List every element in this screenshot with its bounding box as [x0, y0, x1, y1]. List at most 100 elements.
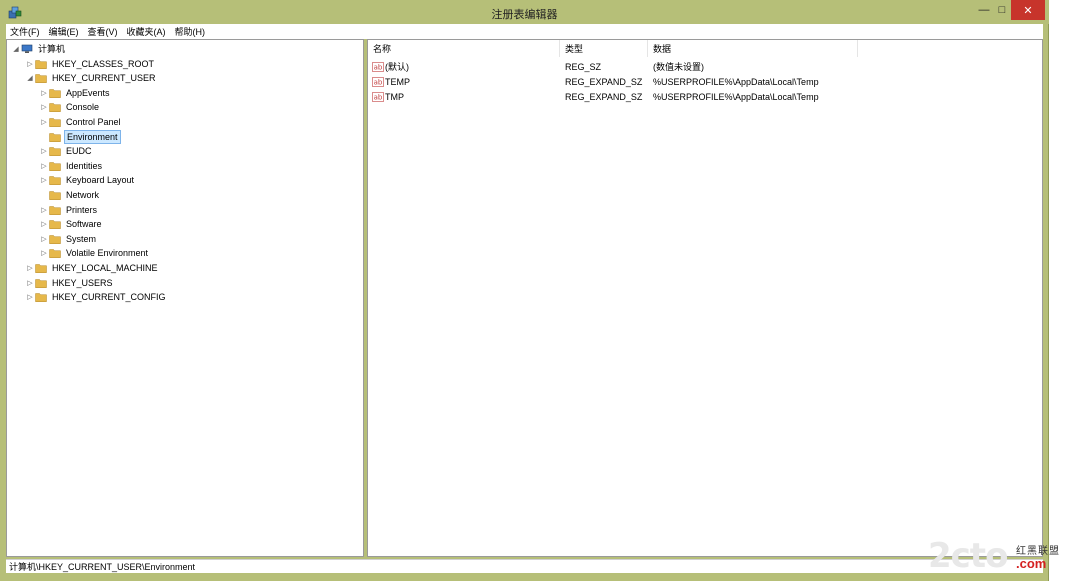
folder-icon	[49, 132, 61, 142]
expand-arrow-icon[interactable]: ▷	[39, 176, 49, 184]
tree-item[interactable]: ▷ Keyboard Layout	[39, 173, 136, 187]
folder-icon	[49, 176, 61, 186]
tree-item[interactable]: ◢ HKEY_CURRENT_USER	[25, 71, 158, 85]
tree-item[interactable]: ▷ EUDC	[39, 144, 94, 158]
collapse-arrow-icon[interactable]: ◢	[11, 45, 21, 53]
expand-arrow-icon[interactable]: ▷	[25, 293, 35, 301]
window-title: 注册表编辑器	[491, 9, 558, 21]
tree-item-label: Console	[66, 102, 100, 113]
tree-item-label: 计算机	[38, 44, 66, 54]
value-type: REG_EXPAND_SZ	[565, 92, 643, 103]
tree-item[interactable]: ▷ Control Panel	[39, 115, 123, 129]
value-row[interactable]: ab (默认) REG_SZ (数值未设置)	[368, 59, 1042, 74]
tree-item[interactable]: ▷ HKEY_LOCAL_MACHINE	[25, 261, 160, 275]
tree-item-label: HKEY_CURRENT_USER	[52, 73, 156, 84]
tree-item[interactable]: Network	[39, 188, 101, 202]
tree-item-label: Control Panel	[66, 117, 121, 127]
collapse-arrow-icon[interactable]: ◢	[25, 74, 35, 82]
menu-help[interactable]: 帮助(H)	[175, 25, 206, 38]
value-name: (默认)	[385, 62, 409, 72]
expand-arrow-icon[interactable]: ▷	[25, 279, 35, 287]
tree-item[interactable]: Environment	[39, 129, 121, 144]
folder-icon	[49, 235, 61, 244]
tree-item-label: Identities	[66, 160, 103, 171]
tree-item[interactable]: ▷ Printers	[39, 203, 99, 217]
tree-item[interactable]: ▷ HKEY_CLASSES_ROOT	[25, 57, 156, 71]
svg-text:ab: ab	[374, 94, 383, 102]
value-data: (数值未设置)	[653, 62, 704, 72]
menu-view[interactable]: 查看(V)	[88, 25, 118, 38]
folder-icon	[49, 103, 61, 113]
expand-arrow-icon[interactable]: ▷	[39, 162, 49, 170]
tree-item[interactable]: ◢ 计算机	[11, 42, 67, 56]
watermark-logo: 2cto 红黑联盟 .com	[928, 536, 1063, 576]
expand-arrow-icon[interactable]: ▷	[39, 103, 49, 111]
menu-bar: 文件(F) 编辑(E) 查看(V) 收藏夹(A) 帮助(H)	[6, 24, 1043, 39]
tree-item-label: Volatile Environment	[66, 248, 149, 259]
registry-tree-pane[interactable]: ◢ 计算机 ▷ HKEY_CLASSES_ROOT ◢ HKEY_CURRENT_USER…	[6, 39, 364, 557]
svg-text:ab: ab	[374, 63, 383, 71]
tree-item-label: HKEY_CURRENT_CONFIG	[52, 292, 166, 303]
column-header-name[interactable]: 名称	[368, 40, 560, 57]
expand-arrow-icon[interactable]: ▷	[39, 118, 49, 126]
minimize-button[interactable]: —	[975, 0, 993, 20]
tree-item-label: Network	[66, 190, 100, 200]
expand-arrow-icon[interactable]: ▷	[39, 89, 49, 97]
tree-item[interactable]: ▷ System	[39, 232, 98, 246]
string-value-icon: ab	[372, 61, 384, 72]
tree-item-label: Keyboard Layout	[66, 175, 135, 186]
folder-icon	[35, 59, 47, 69]
expand-arrow-icon[interactable]: ▷	[39, 249, 49, 257]
column-header-type[interactable]: 类型	[560, 40, 648, 57]
close-button[interactable]: ✕	[1011, 0, 1045, 20]
menu-edit[interactable]: 编辑(E)	[49, 25, 79, 38]
menu-file[interactable]: 文件(F)	[10, 25, 40, 38]
folder-icon	[35, 74, 47, 84]
string-value-icon: ab	[372, 76, 384, 87]
folder-icon	[49, 89, 61, 98]
expand-arrow-icon[interactable]: ▷	[39, 235, 49, 243]
string-value-icon: ab	[372, 92, 384, 102]
tree-item-label: Printers	[66, 204, 98, 215]
expand-arrow-icon[interactable]: ▷	[25, 264, 35, 272]
tree-item-label: HKEY_USERS	[52, 277, 113, 288]
folder-icon	[35, 278, 47, 288]
status-path: 计算机\HKEY_CURRENT_USER\Environment	[9, 562, 196, 572]
value-row[interactable]: ab TEMP REG_EXPAND_SZ %USERPROFILE%\AppData…	[368, 74, 1042, 89]
value-name: TEMP	[385, 76, 411, 87]
menu-favorites[interactable]: 收藏夹(A)	[127, 25, 166, 38]
value-data: %USERPROFILE%\AppData\Local\Temp	[653, 76, 819, 87]
registry-editor-window: 注册表编辑器 — □ ✕ 文件(F) 编辑(E) 查看(V) 收藏夹(A) 帮助…	[0, 0, 1049, 581]
tree-item[interactable]: ▷ Identities	[39, 159, 104, 173]
column-header-data[interactable]: 数据	[648, 40, 858, 57]
expand-arrow-icon[interactable]: ▷	[39, 220, 49, 228]
tree-item[interactable]: ▷ HKEY_CURRENT_CONFIG	[25, 290, 168, 304]
tree-item[interactable]: ▷ Console	[39, 100, 101, 114]
folder-icon	[49, 118, 61, 127]
folder-icon	[49, 205, 61, 215]
expand-arrow-icon[interactable]: ▷	[39, 206, 49, 214]
tree-item[interactable]: ▷ Software	[39, 217, 104, 231]
tree-item[interactable]: ▷ HKEY_USERS	[25, 276, 115, 290]
watermark-cn-text: 红黑联盟	[1016, 546, 1060, 557]
watermark-logo-text: 2cto	[928, 536, 1008, 576]
registry-values-pane[interactable]: 名称 类型 数据 ab (默认) REG_SZ (数值未设置) ab TEMP REG_EX…	[367, 39, 1043, 557]
tree-item[interactable]: ▷ Volatile Environment	[39, 246, 150, 260]
value-row[interactable]: ab TMP REG_EXPAND_SZ %USERPROFILE%\AppData\…	[368, 90, 1042, 105]
value-name: TMP	[385, 92, 404, 103]
folder-icon	[49, 162, 61, 171]
watermark-domain: .com	[1016, 556, 1047, 571]
tree-item-label: HKEY_CLASSES_ROOT	[52, 58, 155, 69]
expand-arrow-icon[interactable]: ▷	[25, 60, 35, 68]
tree-item-label: System	[66, 233, 97, 244]
folder-icon	[35, 293, 47, 303]
maximize-button[interactable]: □	[993, 0, 1011, 20]
folder-icon	[49, 220, 61, 230]
expand-arrow-icon[interactable]: ▷	[39, 147, 49, 155]
computer-icon	[21, 44, 33, 53]
title-bar[interactable]: 注册表编辑器 — □ ✕	[0, 0, 1049, 24]
tree-item-label: Environment	[64, 129, 121, 144]
tree-item[interactable]: ▷ AppEvents	[39, 86, 112, 100]
value-type: REG_SZ	[565, 61, 602, 72]
value-data: %USERPROFILE%\AppData\Local\Temp	[653, 92, 819, 103]
